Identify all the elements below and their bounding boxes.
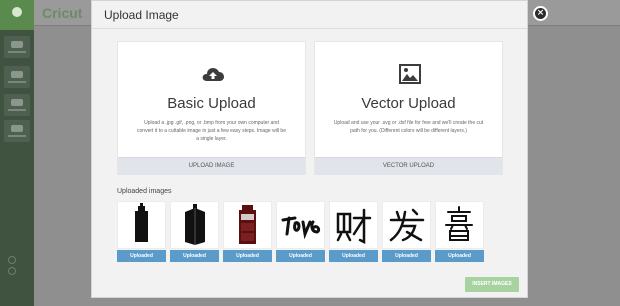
uploaded-thumbnail[interactable]: Uploaded <box>276 201 325 263</box>
user-icon <box>12 7 22 17</box>
uploaded-images-list: Uploaded Uploaded Uploaded Uploaded Uplo… <box>117 201 517 265</box>
uploaded-thumbnail[interactable]: Uploaded <box>435 201 484 263</box>
vector-upload-description: Upload and use your .svg or .dxf file fo… <box>333 120 484 134</box>
chinese-character-image[interactable] <box>329 201 378 249</box>
sidebar-item-2[interactable] <box>4 66 30 88</box>
chinese-character-image[interactable] <box>435 201 484 249</box>
close-icon[interactable]: × <box>533 6 548 21</box>
uploaded-thumbnail[interactable]: Uploaded <box>329 201 378 263</box>
uploaded-button[interactable]: Uploaded <box>276 250 325 262</box>
sidebar-item-1[interactable] <box>4 36 30 58</box>
uploaded-button[interactable]: Uploaded <box>382 250 431 262</box>
sidebar-item-3[interactable] <box>4 94 30 116</box>
uploaded-button[interactable]: Uploaded <box>170 250 219 262</box>
basic-upload-description: Upload a .jpg .gif, .png, or .bmp from y… <box>137 120 286 142</box>
upload-image-button[interactable]: UPLOAD IMAGE <box>118 157 305 175</box>
vector-upload-button[interactable]: VECTOR UPLOAD <box>315 157 502 175</box>
zoom-in-icon[interactable] <box>8 256 16 264</box>
picture-icon <box>398 64 422 84</box>
uploaded-button[interactable]: Uploaded <box>435 250 484 262</box>
user-menu[interactable] <box>0 0 34 30</box>
app-logo: Cricut <box>42 5 83 21</box>
uploaded-thumbnail[interactable]: Uploaded <box>382 201 431 263</box>
title-divider <box>92 28 527 29</box>
app-sidebar <box>0 0 34 306</box>
upload-image-modal: Upload Image Basic Upload Upload a .jpg … <box>91 0 528 298</box>
uploaded-button[interactable]: Uploaded <box>329 250 378 262</box>
zoom-out-icon[interactable] <box>8 267 16 275</box>
police-box-image[interactable] <box>117 201 166 249</box>
uploaded-thumbnail[interactable]: Uploaded <box>170 201 219 263</box>
calligraphy-text-image[interactable] <box>276 201 325 249</box>
uploaded-images-label: Uploaded images <box>117 188 172 195</box>
uploaded-button[interactable]: Uploaded <box>117 250 166 262</box>
sidebar-item-4[interactable] <box>4 120 30 142</box>
uploaded-thumbnail[interactable]: Uploaded <box>117 201 166 263</box>
zoom-controls[interactable] <box>6 254 28 280</box>
vector-upload-heading: Vector Upload <box>361 95 456 112</box>
basic-upload-heading: Basic Upload <box>167 95 256 112</box>
uploaded-button[interactable]: Uploaded <box>223 250 272 262</box>
vector-upload-card: Vector Upload Upload and use your .svg o… <box>314 41 503 175</box>
modal-title: Upload Image <box>104 8 179 22</box>
insert-images-button[interactable]: INSERT IMAGES <box>465 277 519 292</box>
basic-upload-card: Basic Upload Upload a .jpg .gif, .png, o… <box>117 41 306 175</box>
red-police-box-image[interactable] <box>223 201 272 249</box>
uploaded-thumbnail[interactable]: Uploaded <box>223 201 272 263</box>
chinese-character-image[interactable] <box>382 201 431 249</box>
police-box-angled-image[interactable] <box>170 201 219 249</box>
cloud-upload-icon <box>201 64 225 84</box>
